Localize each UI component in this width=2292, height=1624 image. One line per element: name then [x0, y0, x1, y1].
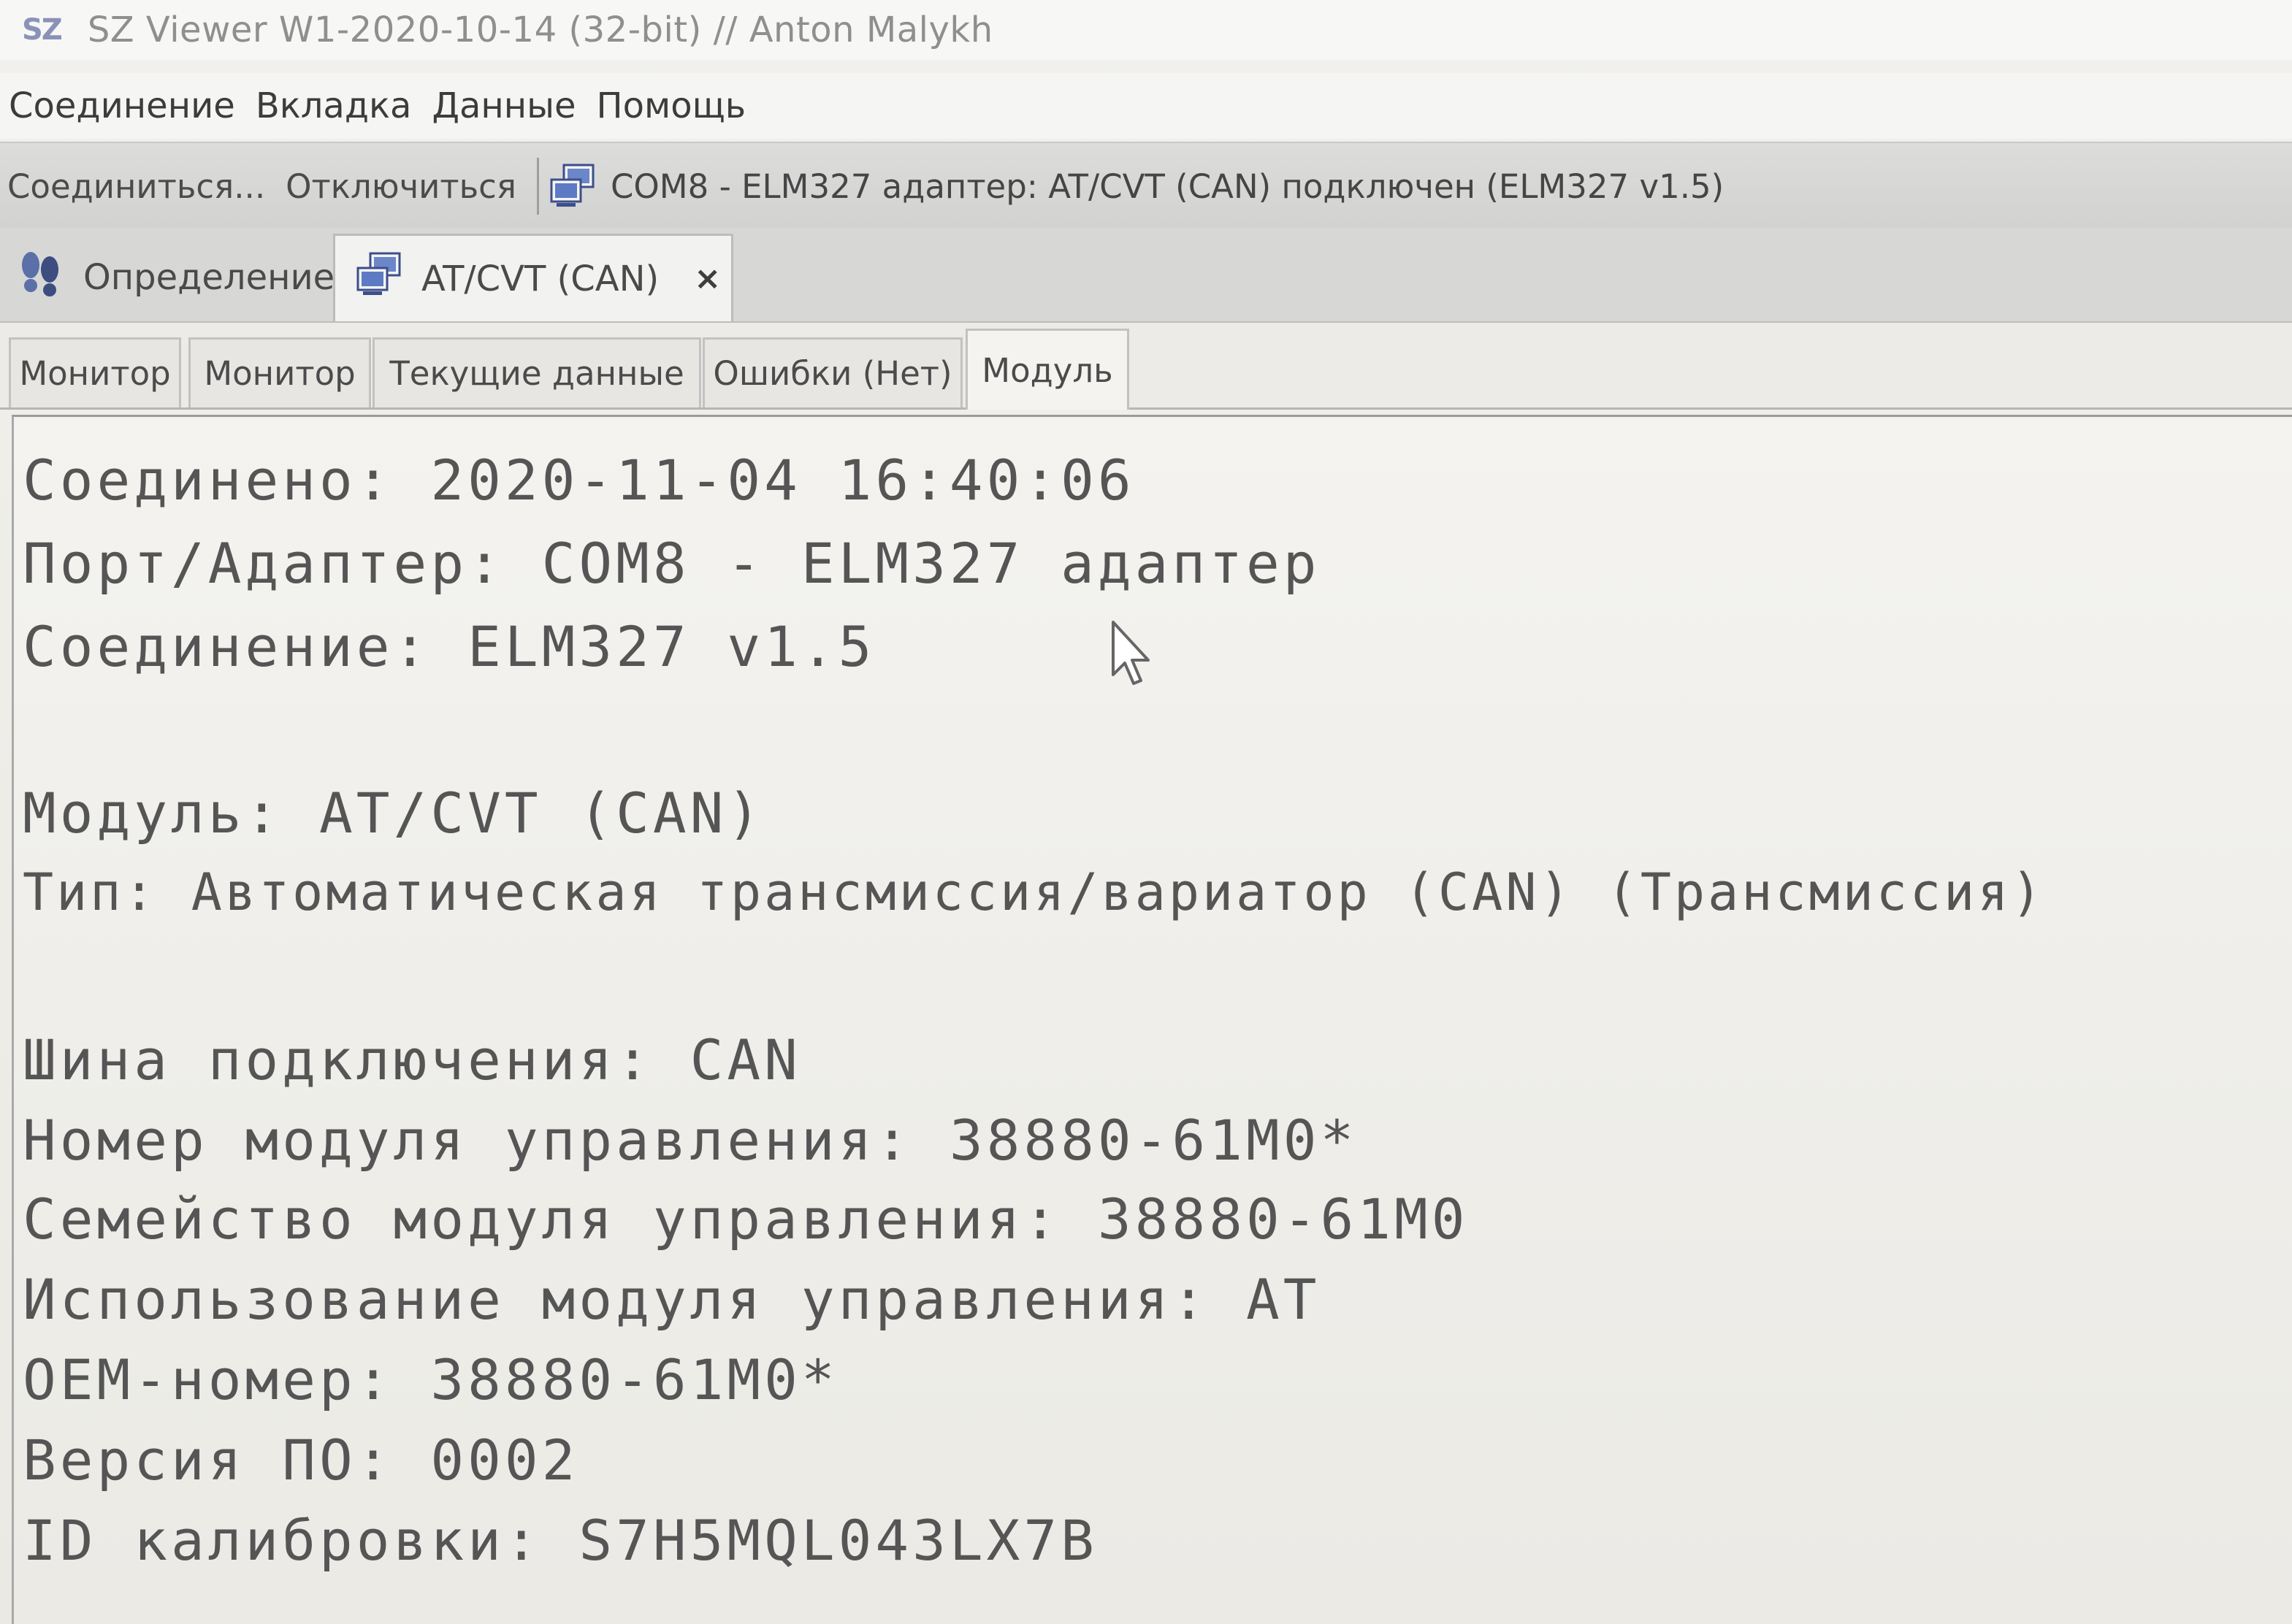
info-line-ecu-usage: Использование модуля управления: AT	[23, 1267, 1321, 1332]
connection-status: COM8 - ELM327 адаптер: AT/CVT (CAN) подк…	[610, 166, 1724, 206]
sub-tab-bar: Монитор Монитор Текущие данные Ошибки (Н…	[0, 323, 2292, 410]
menu-connection[interactable]: Соединение	[0, 85, 245, 126]
network-computers-icon	[356, 252, 404, 306]
document-tab-bar: Определение AT/CVT (CAN) ×	[0, 228, 2292, 323]
tab-monitor-1[interactable]: Монитор	[9, 337, 181, 407]
window-title: SZ Viewer W1-2020-10-14 (32-bit) // Anto…	[87, 9, 993, 50]
module-info-panel: Соединено: 2020-11-04 16:40:06 Порт/Адап…	[12, 415, 2292, 1624]
menu-help[interactable]: Помощь	[587, 85, 757, 126]
info-line-port: Порт/Адаптер: COM8 - ELM327 адаптер	[23, 531, 1321, 596]
tab-identification[interactable]: Определение	[15, 234, 335, 321]
menu-data[interactable]: Данные	[421, 85, 586, 126]
menu-tab[interactable]: Вкладка	[245, 85, 422, 126]
tab-at-cvt-can-label: AT/CVT (CAN)	[421, 258, 660, 299]
tab-module[interactable]: Модуль	[966, 329, 1129, 410]
footprints-icon	[15, 248, 66, 307]
info-line-software-version: Версия ПО: 0002	[23, 1428, 579, 1493]
tab-identification-label: Определение	[83, 257, 335, 298]
info-line-connected: Соединено: 2020-11-04 16:40:06	[23, 448, 1135, 513]
tab-at-cvt-can[interactable]: AT/CVT (CAN) ×	[333, 234, 733, 321]
info-line-ecu-family: Семейство модуля управления: 38880-61M0	[23, 1187, 1469, 1252]
info-line-type: Тип: Автоматическая трансмиссия/вариатор…	[23, 862, 2045, 922]
mouse-pointer-icon	[1110, 619, 1154, 686]
connect-button[interactable]: Соединиться...	[0, 167, 275, 206]
info-line-calibration-id: ID калибровки: S7H5MQL043LX7B	[23, 1508, 1098, 1573]
title-bar: SZ SZ Viewer W1-2020-10-14 (32-bit) // A…	[0, 0, 2292, 60]
info-line-bus: Шина подключения: CAN	[23, 1027, 801, 1092]
tab-monitor-2[interactable]: Монитор	[188, 337, 371, 407]
app-logo: SZ	[22, 13, 63, 47]
menu-bar: Соединение Вкладка Данные Помощь	[0, 73, 2292, 139]
tab-errors[interactable]: Ошибки (Нет)	[703, 337, 963, 407]
disconnect-button[interactable]: Отключиться	[275, 167, 527, 206]
info-line-oem-number: OEM-номер: 38880-61M0*	[23, 1347, 839, 1412]
app-window: SZ SZ Viewer W1-2020-10-14 (32-bit) // A…	[0, 0, 2292, 1624]
close-icon[interactable]: ×	[694, 260, 721, 297]
toolbar: Соединиться... Отключиться COM8 - ELM327…	[0, 142, 2292, 229]
network-computers-icon	[549, 164, 597, 209]
info-line-module: Модуль: AT/CVT (CAN)	[23, 781, 765, 846]
info-line-connection: Соединение: ELM327 v1.5	[23, 614, 876, 679]
toolbar-separator	[536, 158, 539, 215]
info-line-ecu-number: Номер модуля управления: 38880-61M0*	[23, 1108, 1358, 1173]
tab-current-data[interactable]: Текущие данные	[373, 337, 701, 407]
